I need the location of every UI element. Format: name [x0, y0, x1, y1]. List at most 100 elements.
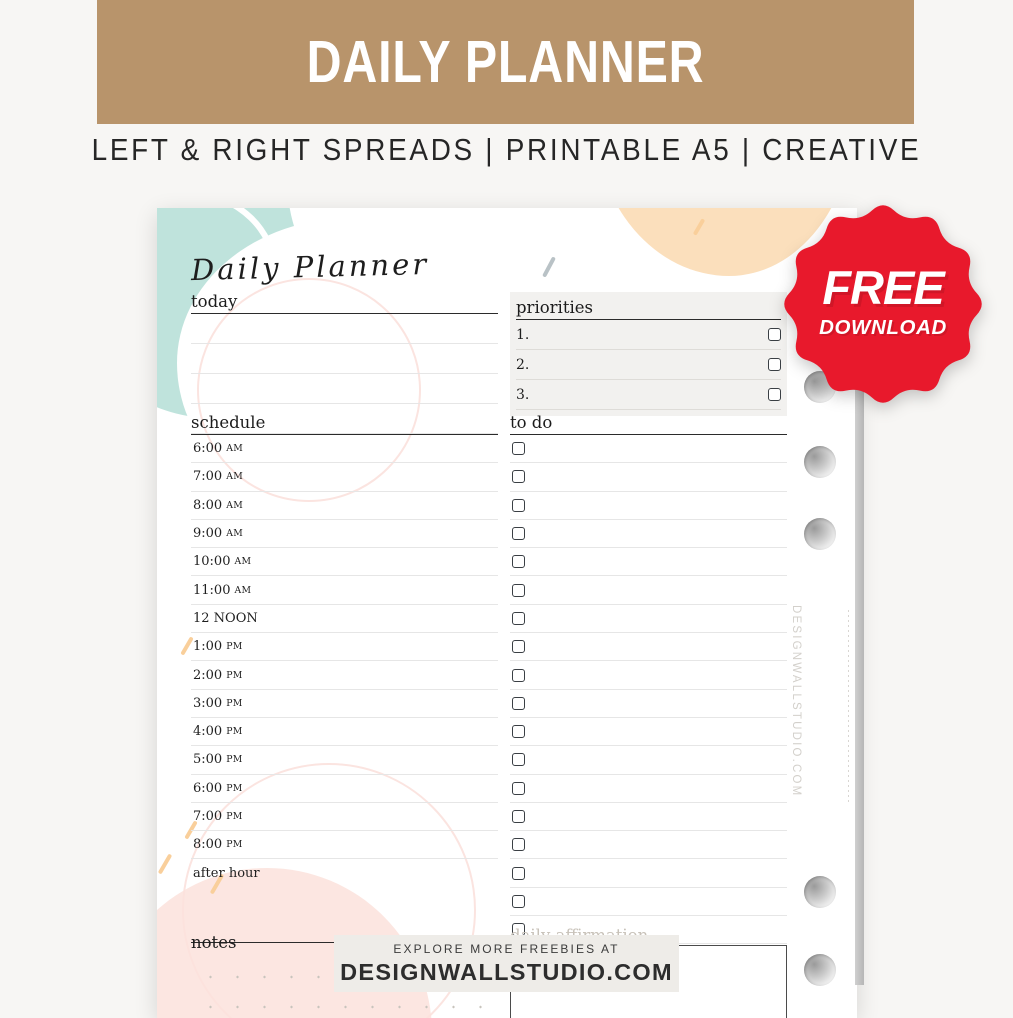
todo-row[interactable] — [510, 492, 787, 520]
planner-sheet: Daily Planner today schedule 6:00 AM 7:00 A… — [157, 208, 857, 1018]
priority-row[interactable]: 3. — [516, 380, 781, 410]
free-download-badge[interactable]: FREE DOWNLOAD — [777, 198, 989, 410]
schedule-ampm-label: PM — [226, 641, 243, 653]
todo-row[interactable] — [510, 633, 787, 662]
schedule-rows: 6:00 AM 7:00 AM 8:00 AM 9:00 AM 10:00 AM 11:00 AM 12… — [191, 435, 498, 860]
binder-hole — [804, 954, 836, 986]
todo-checkbox[interactable] — [512, 583, 525, 597]
todo-row[interactable] — [510, 859, 787, 888]
schedule-ampm-label: AM — [234, 556, 252, 568]
schedule-row[interactable]: 11:00 AM — [191, 576, 498, 605]
priority-row[interactable]: 1. — [516, 320, 781, 350]
todo-row[interactable] — [510, 548, 787, 577]
schedule-ampm-label: PM — [226, 669, 243, 681]
todo-checkbox[interactable] — [512, 640, 525, 654]
todo-checkbox[interactable] — [512, 527, 525, 541]
binder-hole — [804, 518, 836, 550]
todo-row[interactable] — [510, 605, 787, 634]
schedule-heading: schedule — [191, 413, 266, 432]
priorities-section: priorities 1. 2. 3. — [510, 292, 787, 416]
today-write-line[interactable] — [191, 314, 498, 344]
schedule-time-label: 8:00 — [193, 837, 223, 853]
schedule-row[interactable]: 7:00 AM — [191, 463, 498, 492]
todo-checkbox[interactable] — [512, 894, 525, 908]
schedule-row[interactable]: 2:00 PM — [191, 661, 498, 690]
today-write-line[interactable] — [191, 374, 498, 404]
schedule-ampm-label: AM — [226, 499, 244, 511]
schedule-time-label: 12 NOON — [193, 610, 258, 626]
todo-checkbox[interactable] — [512, 866, 525, 880]
schedule-row[interactable]: 3:00 PM — [191, 690, 498, 718]
priority-number-label: 1. — [516, 326, 530, 343]
todo-row[interactable] — [510, 775, 787, 803]
schedule-row[interactable]: 1:00 PM — [191, 633, 498, 662]
schedule-row[interactable]: 12 NOON — [191, 605, 498, 634]
promo-subtitle: LEFT & RIGHT SPREADS | PRINTABLE A5 | CR… — [91, 132, 922, 167]
binder-hole — [804, 876, 836, 908]
todo-row[interactable] — [510, 831, 787, 860]
todo-row[interactable] — [510, 746, 787, 775]
schedule-time-label: 5:00 — [193, 752, 223, 768]
schedule-row[interactable]: 8:00 AM — [191, 492, 498, 520]
schedule-row[interactable]: 8:00 PM — [191, 831, 498, 860]
schedule-row[interactable]: 7:00 PM — [191, 803, 498, 832]
schedule-row[interactable]: 6:00 AM — [191, 435, 498, 464]
planner-script-title: Daily Planner — [190, 246, 430, 288]
after-hour-row[interactable]: after hour — [191, 859, 498, 886]
schedule-row[interactable]: 10:00 AM — [191, 548, 498, 577]
badge-download-label: DOWNLOAD — [819, 315, 947, 339]
todo-row[interactable] — [510, 661, 787, 690]
todo-row[interactable] — [510, 718, 787, 747]
schedule-time-label: 7:00 — [193, 469, 223, 485]
schedule-row[interactable]: 9:00 AM — [191, 520, 498, 549]
schedule-row[interactable]: 6:00 PM — [191, 775, 498, 803]
todo-row[interactable] — [510, 690, 787, 718]
peach-dash-decoration-4 — [157, 853, 173, 875]
todo-row[interactable] — [510, 463, 787, 492]
todo-checkbox[interactable] — [512, 668, 525, 682]
todo-checkbox[interactable] — [512, 725, 525, 739]
schedule-ampm-label: PM — [226, 839, 243, 851]
schedule-time-label: 4:00 — [193, 724, 223, 740]
promo-banner: DAILY PLANNER — [97, 0, 914, 124]
badge-free-label: FREE — [822, 260, 944, 314]
page-title: DAILY PLANNER — [306, 29, 705, 95]
todo-checkbox[interactable] — [512, 753, 525, 767]
todo-checkbox[interactable] — [512, 555, 525, 569]
todo-checkbox[interactable] — [512, 611, 525, 625]
todo-section: to do — [510, 413, 787, 945]
schedule-ampm-label: AM — [226, 471, 244, 483]
todo-checkbox[interactable] — [512, 696, 525, 710]
todo-checkbox[interactable] — [512, 442, 525, 456]
watermark-url: DESIGNWALLSTUDIO.COM — [340, 958, 673, 985]
binder-hole — [804, 446, 836, 478]
today-heading: today — [191, 292, 238, 311]
todo-row[interactable] — [510, 888, 787, 917]
todo-checkbox[interactable] — [512, 498, 525, 512]
schedule-time-label: 6:00 — [193, 780, 223, 796]
today-write-line[interactable] — [191, 344, 498, 374]
priority-row[interactable]: 2. — [516, 350, 781, 380]
sidebar-watermark-url: DESIGNWALLSTUDIO.COM — [790, 605, 802, 798]
schedule-ampm-label: PM — [226, 782, 243, 794]
todo-row[interactable] — [510, 803, 787, 832]
todo-checkbox[interactable] — [512, 781, 525, 795]
schedule-time-label: 10:00 — [193, 554, 231, 570]
schedule-time-label: 8:00 — [193, 497, 223, 513]
todo-row[interactable] — [510, 435, 787, 464]
schedule-time-label: 1:00 — [193, 639, 223, 655]
todo-checkbox[interactable] — [512, 470, 525, 484]
priority-number-label: 2. — [516, 356, 530, 373]
todo-checkbox[interactable] — [512, 838, 525, 852]
schedule-ampm-label: PM — [226, 754, 243, 766]
schedule-time-label: 6:00 — [193, 441, 223, 457]
todo-row[interactable] — [510, 576, 787, 605]
schedule-row[interactable]: 4:00 PM — [191, 718, 498, 747]
schedule-time-label: 7:00 — [193, 809, 223, 824]
priority-rows: 1. 2. 3. — [510, 320, 787, 410]
schedule-row[interactable]: 5:00 PM — [191, 746, 498, 775]
watermark-overlay: EXPLORE MORE FREEBIES AT DESIGNWALLSTUDI… — [334, 935, 679, 992]
todo-checkbox[interactable] — [512, 810, 525, 823]
todo-heading: to do — [510, 413, 553, 432]
todo-row[interactable] — [510, 520, 787, 549]
